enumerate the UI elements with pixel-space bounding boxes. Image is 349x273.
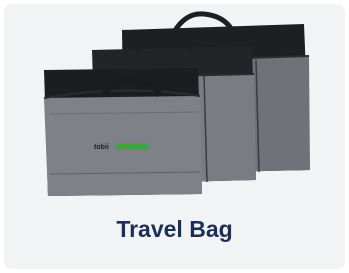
product-card[interactable]: tobii Travel Bag (4, 4, 345, 269)
svg-text:tobii: tobii (94, 144, 109, 151)
product-title: Travel Bag (116, 216, 233, 242)
product-image: tobii (43, 11, 310, 196)
small-bag: tobii (43, 68, 202, 196)
brand-logo: tobii (94, 143, 148, 151)
